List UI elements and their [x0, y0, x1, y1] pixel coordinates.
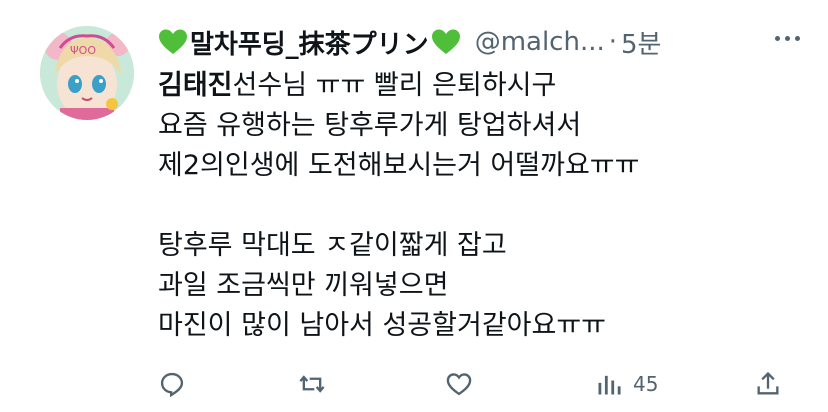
share-button[interactable]: [754, 364, 782, 404]
tweet-line: 과일 조금씩만 끼워넣으면: [158, 266, 798, 306]
tweet-line: 제2의인생에 도전해보시는거 어떨까요ㅠㅠ: [158, 146, 798, 186]
share-icon: [757, 371, 779, 395]
reply-icon: [160, 372, 184, 398]
tweet-line-text: 선수님 ㅠㅠ 빨리 은퇴하시구: [232, 70, 557, 101]
retweet-icon: [299, 375, 325, 393]
views-count: 45: [633, 372, 659, 396]
mention-link[interactable]: 김태진: [158, 70, 233, 101]
reply-button[interactable]: [158, 364, 186, 404]
green-heart-icon: [159, 29, 187, 54]
tweet-line-text: 과일 조금씩만 끼워넣으면: [158, 270, 449, 301]
tweet-line: [158, 186, 798, 226]
tweet-line: 마진이 많이 남아서 성공할거같아요ㅠㅠ: [158, 306, 798, 346]
tweet-text: 김태진선수님 ㅠㅠ 빨리 은퇴하시구 요즘 유행하는 탕후루가게 탕업하셔서 제…: [158, 66, 798, 346]
svg-text:ΨOO: ΨOO: [70, 44, 96, 57]
green-heart-icon: [431, 29, 460, 54]
tweet-line: 김태진선수님 ㅠㅠ 빨리 은퇴하시구: [158, 66, 798, 106]
user-handle[interactable]: @malch...: [475, 27, 605, 57]
tweet-header: 말차푸딩_抹茶プリン @malch... · 5분: [158, 22, 808, 62]
like-button[interactable]: [445, 364, 473, 404]
action-bar: 45: [158, 364, 808, 404]
tweet-line-text: 요즘 유행하는 탕후루가게 탕업하셔서: [158, 110, 582, 141]
tweet-line: 탕후루 막대도 ㅈ같이짧게 잡고: [158, 226, 798, 266]
tweet-line: 요즘 유행하는 탕후루가게 탕업하셔서: [158, 106, 798, 146]
views-button[interactable]: 45: [595, 364, 658, 404]
tweet-line-text: 탕후루 막대도 ㅈ같이짧게 잡고: [158, 230, 507, 261]
views-icon: [598, 375, 621, 395]
display-name[interactable]: 말차푸딩_抹茶プリン: [190, 24, 429, 61]
tweet-line-text: 제2의인생에 도전해보시는거 어떨까요ㅠㅠ: [158, 150, 640, 181]
retweet-button[interactable]: [298, 364, 326, 404]
like-icon: [446, 373, 472, 396]
timestamp[interactable]: 5분: [621, 24, 661, 61]
avatar-image: ΨOO: [40, 26, 134, 120]
tweet-line-text: 마진이 많이 남아서 성공할거같아요ㅠㅠ: [158, 310, 607, 341]
separator-dot: ·: [608, 27, 618, 57]
avatar[interactable]: ΨOO: [40, 26, 134, 120]
more-icon[interactable]: [775, 36, 800, 41]
